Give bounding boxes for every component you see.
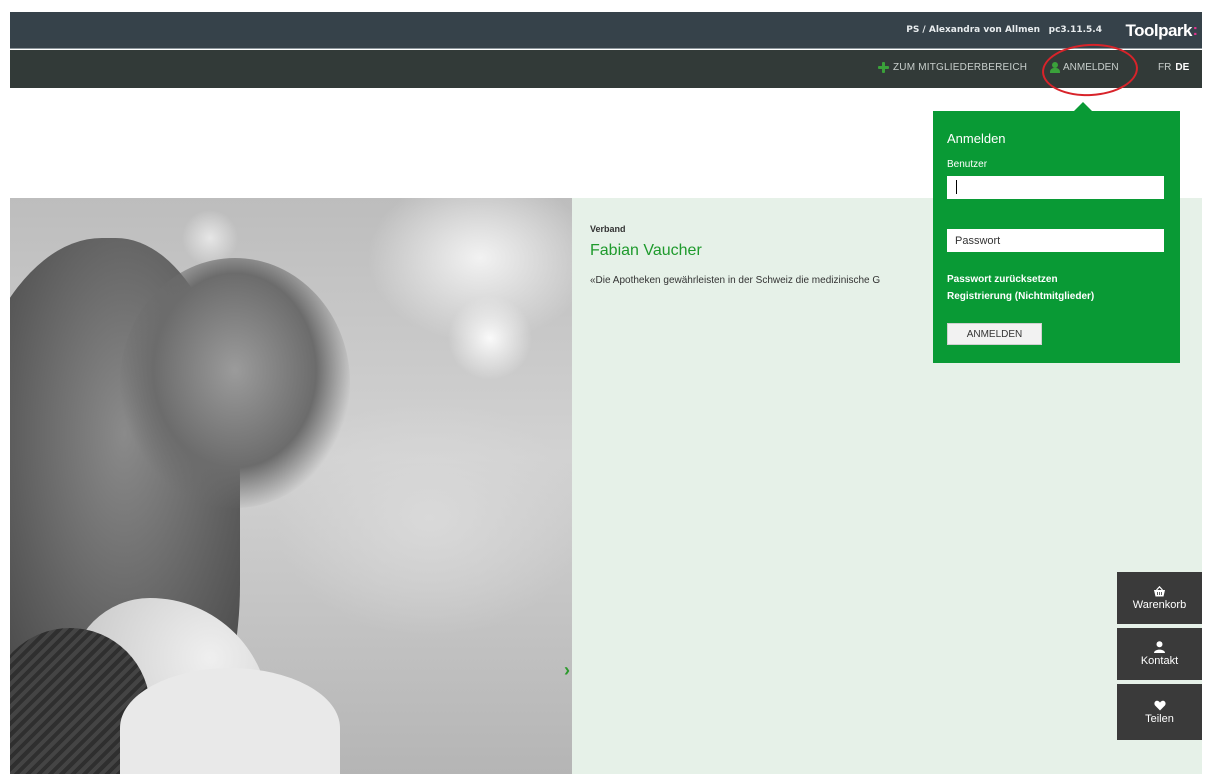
text-cursor bbox=[956, 180, 957, 194]
current-user[interactable]: PS / Alexandra von Allmen bbox=[906, 25, 1040, 35]
password-input[interactable] bbox=[947, 229, 1164, 252]
hero-photo: › bbox=[10, 198, 572, 774]
username-input[interactable] bbox=[947, 176, 1164, 199]
lang-fr[interactable]: FR bbox=[1158, 62, 1171, 73]
hero-kicker: Verband bbox=[590, 224, 626, 234]
plus-icon bbox=[878, 62, 889, 73]
basket-icon bbox=[1154, 585, 1165, 596]
hero-quote: «Die Apotheken gewährleisten in der Schw… bbox=[590, 275, 881, 286]
language-switcher: FR DE bbox=[1158, 62, 1189, 73]
hero-name: Fabian Vaucher bbox=[590, 242, 702, 259]
login-popover: Anmelden Benutzer Passwort zurücksetzen … bbox=[933, 102, 1180, 363]
register-link[interactable]: Registrierung (Nichtmitglieder) bbox=[947, 291, 1094, 302]
next-arrow-icon[interactable]: › bbox=[564, 660, 570, 681]
login-title: Anmelden bbox=[947, 131, 1006, 146]
member-area-link[interactable]: ZUM MITGLIEDERBEREICH bbox=[878, 62, 1027, 73]
main-nav: ZUM MITGLIEDERBEREICH ANMELDEN FR DE bbox=[10, 50, 1202, 88]
contact-label: Kontakt bbox=[1140, 655, 1179, 667]
version-label: pc3.11.5.4 bbox=[1048, 25, 1102, 35]
logo-accent: : bbox=[1192, 22, 1198, 39]
cart-label: Warenkorb bbox=[1132, 598, 1187, 611]
cart-button[interactable]: Warenkorb bbox=[1117, 572, 1202, 624]
share-button[interactable]: Teilen bbox=[1117, 684, 1202, 740]
toolpark-logo[interactable]: Toolpark bbox=[1125, 21, 1192, 41]
user-icon bbox=[1154, 641, 1165, 653]
contact-button[interactable]: Kontakt bbox=[1117, 628, 1202, 680]
photo-hair-bun bbox=[120, 258, 350, 508]
login-submit-button[interactable]: ANMELDEN bbox=[947, 323, 1042, 345]
photo-collar bbox=[120, 668, 340, 774]
admin-bar: PS / Alexandra von Allmen pc3.11.5.4 Too… bbox=[10, 12, 1202, 49]
share-label: Teilen bbox=[1145, 712, 1174, 725]
heart-icon bbox=[1153, 700, 1166, 710]
username-label: Benutzer bbox=[947, 159, 988, 170]
popover-caret bbox=[1073, 102, 1093, 112]
lang-de[interactable]: DE bbox=[1175, 62, 1189, 73]
reset-password-link[interactable]: Passwort zurücksetzen bbox=[947, 274, 1058, 285]
member-area-label: ZUM MITGLIEDERBEREICH bbox=[893, 62, 1028, 73]
